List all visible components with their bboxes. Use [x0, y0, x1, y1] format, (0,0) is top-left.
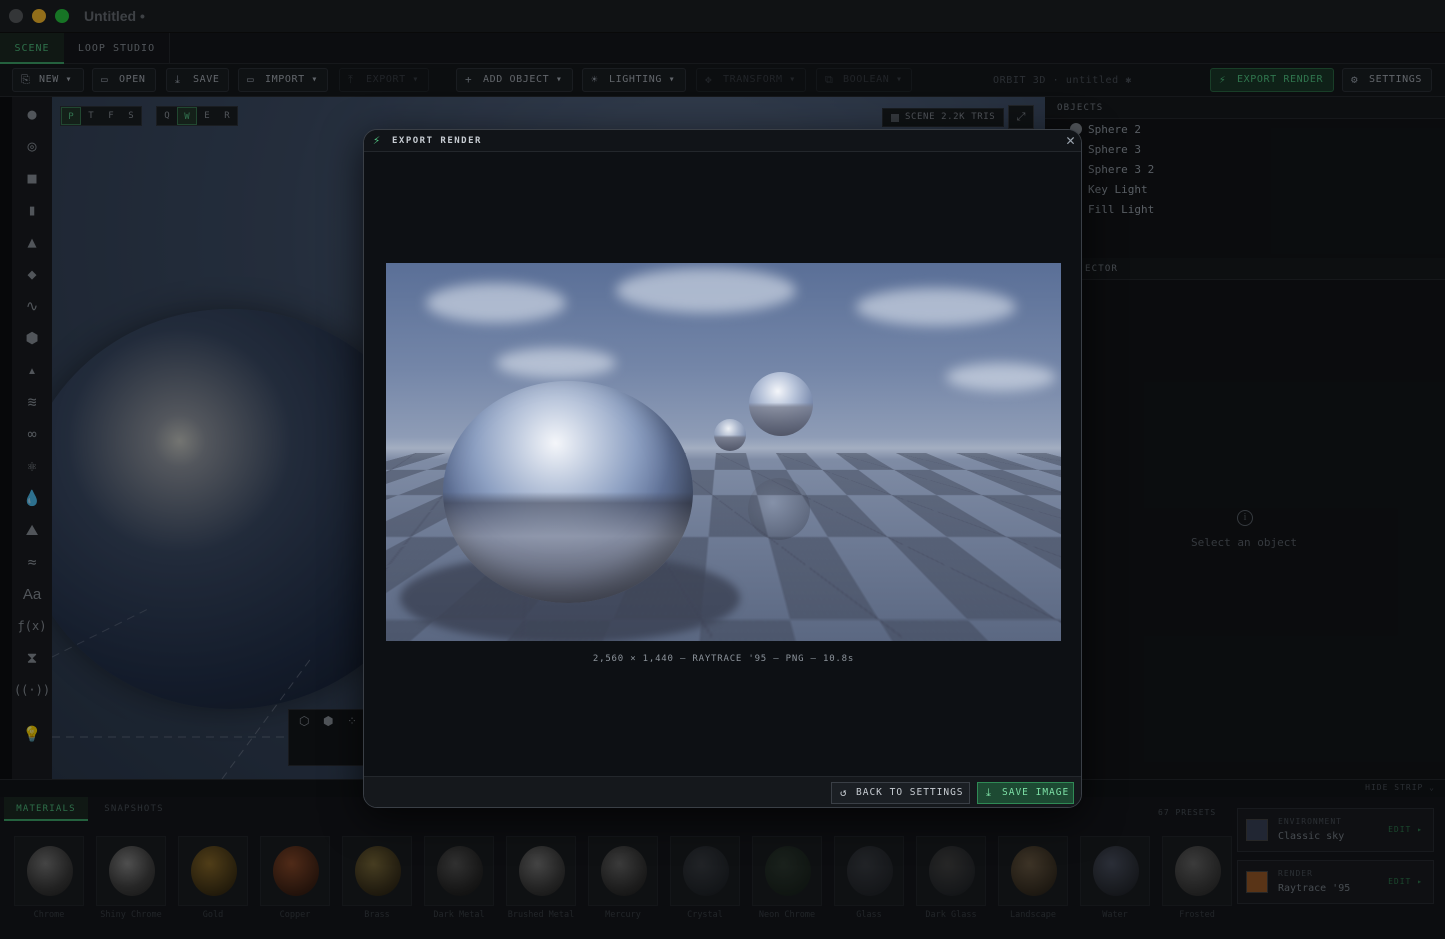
cloud — [616, 268, 796, 313]
large-chrome-sphere — [443, 381, 693, 603]
cloud — [856, 288, 1016, 326]
back-to-settings-button[interactable]: ↺ BACK TO SETTINGS — [831, 782, 970, 804]
render-preview-image — [386, 263, 1061, 641]
cloud — [496, 348, 616, 378]
export-render-dialog: ⚡ EXPORT RENDER ✕ 2,560 × 1,440 — RAYTRA… — [363, 129, 1082, 808]
render-caption: 2,560 × 1,440 — RAYTRACE '95 — PNG — 10.… — [364, 654, 1082, 664]
medium-chrome-sphere — [749, 372, 813, 436]
small-chrome-sphere — [714, 419, 746, 451]
save-image-button[interactable]: ⤓ SAVE IMAGE — [977, 782, 1074, 804]
cloud — [946, 363, 1056, 391]
cloud — [426, 283, 566, 323]
dialog-header: ⚡ EXPORT RENDER ✕ — [364, 130, 1082, 152]
undo-icon: ↺ — [840, 783, 848, 803]
dialog-footer: ↺ BACK TO SETTINGS ⤓ SAVE IMAGE — [364, 776, 1082, 808]
bolt-icon: ⚡ — [373, 133, 380, 147]
close-icon[interactable]: ✕ — [1066, 131, 1075, 149]
sphere-reflection — [748, 478, 810, 540]
dialog-title: EXPORT RENDER — [392, 136, 482, 146]
save-icon: ⤓ — [986, 783, 992, 803]
